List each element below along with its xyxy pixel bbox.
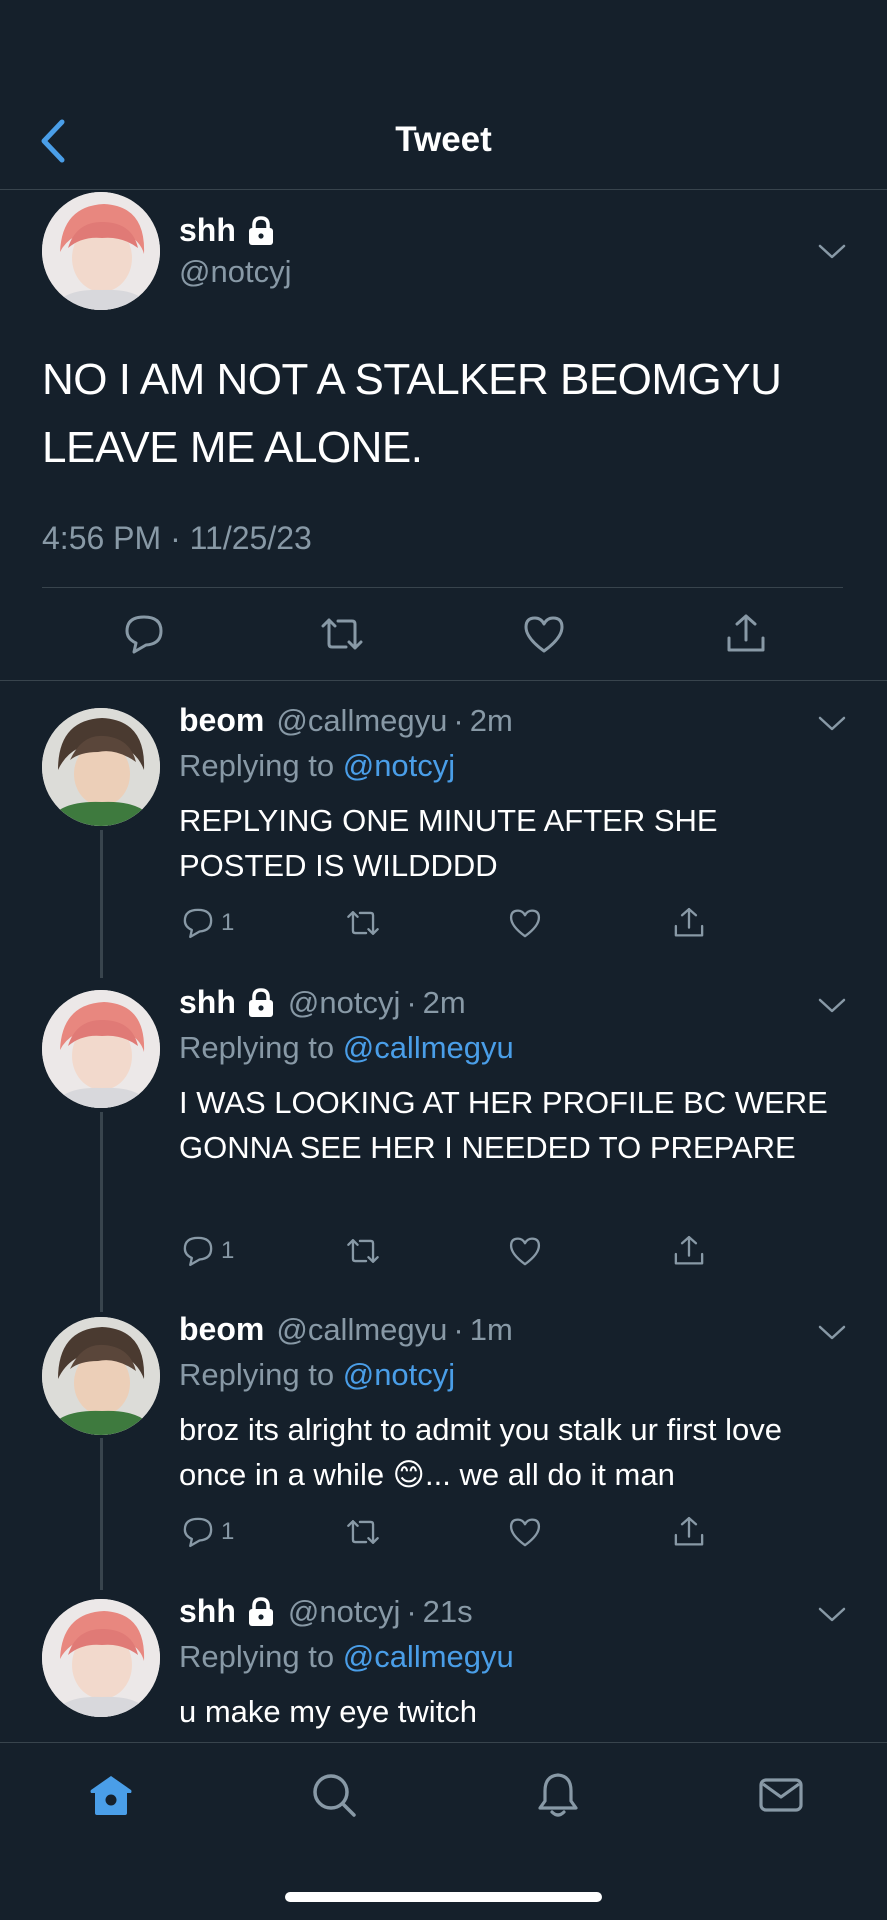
notifications-icon[interactable] [534,1771,582,1819]
share-icon[interactable] [672,1515,706,1549]
avatar[interactable] [42,1317,160,1435]
author-name[interactable]: shh [179,212,236,249]
reply-meta: shh @notcyj · 21s [179,1593,473,1630]
reply-count: 1 [221,1237,235,1264]
thread-line [100,1438,103,1590]
chevron-down-icon[interactable] [817,1605,847,1625]
tweet-detail-screen: Tweet shh @notcyj NO I AM NOT A STALKER … [0,0,887,1920]
chevron-down-icon[interactable] [817,714,847,734]
lock-icon [248,215,273,245]
reply-text: REPLYING ONE MINUTE AFTER SHE POSTED IS … [179,803,718,883]
author-handle[interactable]: @notcyj [288,985,400,1021]
home-indicator[interactable] [285,1892,602,1902]
replying-to: Replying to @callmegyu [179,1639,514,1675]
reply-meta: beom @callmegyu · 2m [179,702,513,739]
mention-link[interactable]: @notcyj [343,748,455,783]
retweet-action[interactable] [346,1234,380,1268]
retweet-action[interactable] [346,906,380,940]
retweet-icon[interactable] [320,612,364,656]
separator-dot: · [406,1593,417,1629]
avatar[interactable] [42,990,160,1108]
reply-meta: beom @callmegyu · 1m [179,1311,513,1348]
lock-icon [248,987,273,1017]
like-icon[interactable] [508,1515,542,1549]
author-handle[interactable]: @callmegyu [276,1312,447,1348]
avatar[interactable] [42,192,160,310]
reply-count: 1 [221,1518,235,1545]
replying-to: Replying to @callmegyu [179,1030,514,1066]
reply-icon[interactable] [181,906,215,940]
header: Tweet [0,0,887,190]
chevron-down-icon[interactable] [817,996,847,1016]
divider [42,587,843,588]
like-icon[interactable] [508,1234,542,1268]
chevron-down-icon[interactable] [817,242,847,262]
retweet-icon[interactable] [346,1234,380,1268]
replying-label: Replying to [179,1639,335,1674]
replying-label: Replying to [179,1030,335,1065]
like-action[interactable] [508,1234,542,1268]
reply-time: 2m [469,702,513,738]
share-icon[interactable] [672,1234,706,1268]
author-name[interactable]: beom [179,1311,264,1348]
author-handle[interactable]: @callmegyu [276,703,447,739]
reply-text: broz its alright to admit you stalk ur f… [179,1412,783,1492]
like-icon[interactable] [522,612,566,656]
reply-count: 1 [221,909,235,936]
reply-time: 1m [469,1311,513,1347]
reply-text: I WAS LOOKING AT HER PROFILE BC WERE GON… [179,1085,828,1165]
author-name[interactable]: shh [179,984,236,1021]
avatar[interactable] [42,1599,160,1717]
author-name[interactable]: beom [179,702,264,739]
reply-time: 21s [422,1593,473,1629]
reply-text: u make my eye twitch [179,1694,478,1729]
separator-dot: · [406,984,417,1020]
messages-icon[interactable] [757,1771,805,1819]
retweet-icon[interactable] [346,1515,380,1549]
author-name-row: shh [179,212,276,249]
replying-label: Replying to [179,748,335,783]
tweet-timestamp: 4:56 PM · 11/25/23 [42,520,312,556]
replying-label: Replying to [179,1357,335,1392]
like-icon[interactable] [508,906,542,940]
share-action[interactable] [672,1515,706,1549]
reply-icon[interactable] [122,612,166,656]
share-action[interactable] [672,906,706,940]
share-action[interactable] [672,1234,706,1268]
tweet-text: NO I AM NOT A STALKER BEOMGYU LEAVE ME A… [42,355,782,472]
lock-icon [248,1596,273,1626]
retweet-icon[interactable] [346,906,380,940]
retweet-action[interactable] [346,1515,380,1549]
reply-action[interactable]: 1 [181,1515,234,1549]
mention-link[interactable]: @notcyj [343,1357,455,1392]
author-handle[interactable]: @notcyj [288,1594,400,1630]
reply-meta: shh @notcyj · 2m [179,984,466,1021]
mention-link[interactable]: @callmegyu [343,1639,514,1674]
author-name[interactable]: shh [179,1593,236,1630]
thread-line [100,830,103,978]
separator-dot: · [453,1311,464,1347]
replying-to: Replying to @notcyj [179,748,455,784]
replying-to: Replying to @notcyj [179,1357,455,1393]
reply-icon[interactable] [181,1234,215,1268]
separator-dot: · [453,702,464,738]
share-icon[interactable] [672,906,706,940]
page-title: Tweet [395,120,492,159]
reply-action[interactable]: 1 [181,1234,234,1268]
home-icon[interactable] [87,1771,135,1819]
mention-link[interactable]: @callmegyu [343,1030,514,1065]
author-handle[interactable]: @notcyj [179,254,291,290]
reply-icon[interactable] [181,1515,215,1549]
thread-line [100,1112,103,1312]
like-action[interactable] [508,906,542,940]
search-icon[interactable] [310,1771,358,1819]
chevron-down-icon[interactable] [817,1323,847,1343]
avatar[interactable] [42,708,160,826]
share-icon[interactable] [724,612,768,656]
like-action[interactable] [508,1515,542,1549]
reply-time: 2m [422,984,466,1020]
reply-action[interactable]: 1 [181,906,234,940]
